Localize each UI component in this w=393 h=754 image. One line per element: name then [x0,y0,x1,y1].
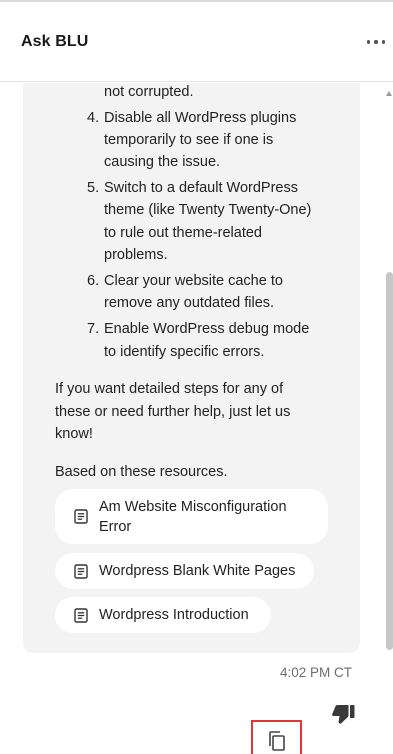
list-item-text: Clear your website cache to [104,273,283,289]
article-icon [74,608,88,623]
list-item-number: 4. [87,110,100,126]
message-timestamp: 4:02 PM CT [280,665,353,680]
list-item-text: Disable all WordPress plugins [104,110,297,126]
thumbs-down-icon [332,705,355,724]
followup-text-line: know! [55,426,93,442]
list-item-continuation: not corrupted. [104,84,194,100]
scroll-up-arrow-icon[interactable] [385,88,393,98]
followup-text-line: these or need further help, just let us [55,404,291,420]
more-horizontal-icon [366,40,371,44]
list-item-number: 6. [87,273,100,289]
header-title: Ask BLU [21,33,89,50]
more-options-button[interactable] [362,30,390,54]
list-item-text: remove any outdated files. [104,295,275,311]
dislike-button[interactable] [326,701,360,731]
chat-panel: Ask BLU not corrupted. 4. Disable all Wo… [0,0,393,754]
article-icon [74,564,88,579]
list-item-text: to rule out theme-related [104,225,262,241]
list-item-text: temporarily to see if one is [104,132,274,148]
resource-link-label: Error [99,519,132,535]
scrollbar-thumb[interactable] [386,272,393,650]
resources-heading: Based on these resources. [55,464,228,480]
resource-link-label: Am Website Misconfiguration [99,499,287,515]
resource-link-label: Wordpress Introduction [99,607,249,623]
resource-link-wordpress-introduction[interactable]: Wordpress Introduction [55,597,271,633]
list-item-number: 5. [87,180,100,196]
list-item-text: theme (like Twenty Twenty-One) [104,202,312,218]
list-item-text: problems. [104,247,168,263]
list-item-text: causing the issue. [104,154,221,170]
resource-link-wordpress-blank-white-pages[interactable]: Wordpress Blank White Pages [55,553,314,589]
article-icon [74,509,88,524]
message-scroll-area[interactable]: not corrupted. 4. Disable all WordPress … [0,83,393,754]
list-item-text: to identify specific errors. [104,344,265,360]
resource-link-label: Wordpress Blank White Pages [99,563,296,579]
list-item-text: Enable WordPress debug mode [104,321,310,337]
list-item-text: Switch to a default WordPress [104,180,298,196]
chat-header: Ask BLU [0,2,393,82]
followup-text-line: If you want detailed steps for any of [55,381,284,397]
assistant-message-bubble: not corrupted. 4. Disable all WordPress … [23,83,360,653]
copy-button[interactable] [251,720,302,754]
copy-icon [268,730,285,751]
resource-link-am-website-misconfiguration[interactable]: Am Website Misconfiguration Error [55,489,328,544]
list-item-number: 7. [87,321,100,337]
